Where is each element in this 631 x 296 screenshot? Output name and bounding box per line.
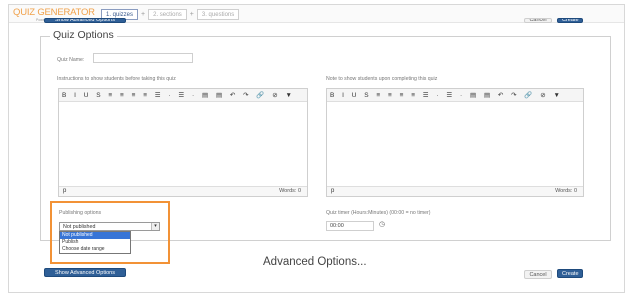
completion-note-editor-statusbar: p Words: 0 — [327, 186, 583, 196]
step-separator: + — [189, 11, 194, 18]
app-logo: QUIZ GENERATOR — [13, 7, 95, 18]
step-separator: + — [141, 11, 146, 18]
create-button[interactable]: Create — [557, 269, 583, 278]
cancel-button-top[interactable]: Cancel — [524, 18, 552, 23]
quiz-name-label: Quiz Name: — [57, 57, 85, 63]
completion-note-editor-toolbar[interactable]: B I U S ≡ ≡ ≡ ≡ ☰ · ☰ · ▤ ▤ ↶ ↷ 🔗 ⊘ ▼ — [327, 89, 583, 102]
editor-path: p — [63, 188, 67, 194]
word-count: Words: 0 — [555, 188, 577, 194]
step-questions[interactable]: 3. questions — [196, 9, 240, 20]
editor-path: p — [331, 188, 335, 194]
show-advanced-options-button[interactable]: Show Advanced Options — [44, 268, 126, 277]
quiz-options-legend: Quiz Options — [50, 29, 117, 41]
create-button-top[interactable]: Create — [557, 18, 583, 23]
instructions-label: Instructions to show students before tak… — [57, 76, 176, 82]
completion-note-editor[interactable]: B I U S ≡ ≡ ≡ ≡ ☰ · ☰ · ▤ ▤ ↶ ↷ 🔗 ⊘ ▼ p … — [326, 88, 584, 197]
step-sections[interactable]: 2. sections — [148, 9, 187, 20]
instructions-editor-statusbar: p Words: 0 — [59, 186, 307, 196]
clock-icon[interactable]: ◷ — [378, 221, 386, 230]
advanced-options-heading: Advanced Options... — [263, 256, 367, 268]
completion-note-label: Note to show students upon completing th… — [326, 76, 438, 82]
quiz-timer-label: Quiz timer (Hours:Minutes) (00:00 = no t… — [326, 210, 431, 216]
show-advanced-options-button-top[interactable]: Show Advanced Options — [44, 18, 126, 23]
cancel-button[interactable]: Cancel — [524, 270, 552, 279]
quiz-timer-input[interactable]: 00:00 — [326, 221, 374, 231]
word-count: Words: 0 — [279, 188, 301, 194]
quiz-name-input[interactable] — [93, 53, 193, 63]
instructions-editor[interactable]: B I U S ≡ ≡ ≡ ≡ ☰ · ☰ · ▤ ▤ ↶ ↷ 🔗 ⊘ ▼ p … — [58, 88, 308, 197]
instructions-editor-toolbar[interactable]: B I U S ≡ ≡ ≡ ≡ ☰ · ☰ · ▤ ▤ ↶ ↷ 🔗 ⊘ ▼ — [59, 89, 307, 102]
annotation-highlight-box — [50, 201, 170, 264]
